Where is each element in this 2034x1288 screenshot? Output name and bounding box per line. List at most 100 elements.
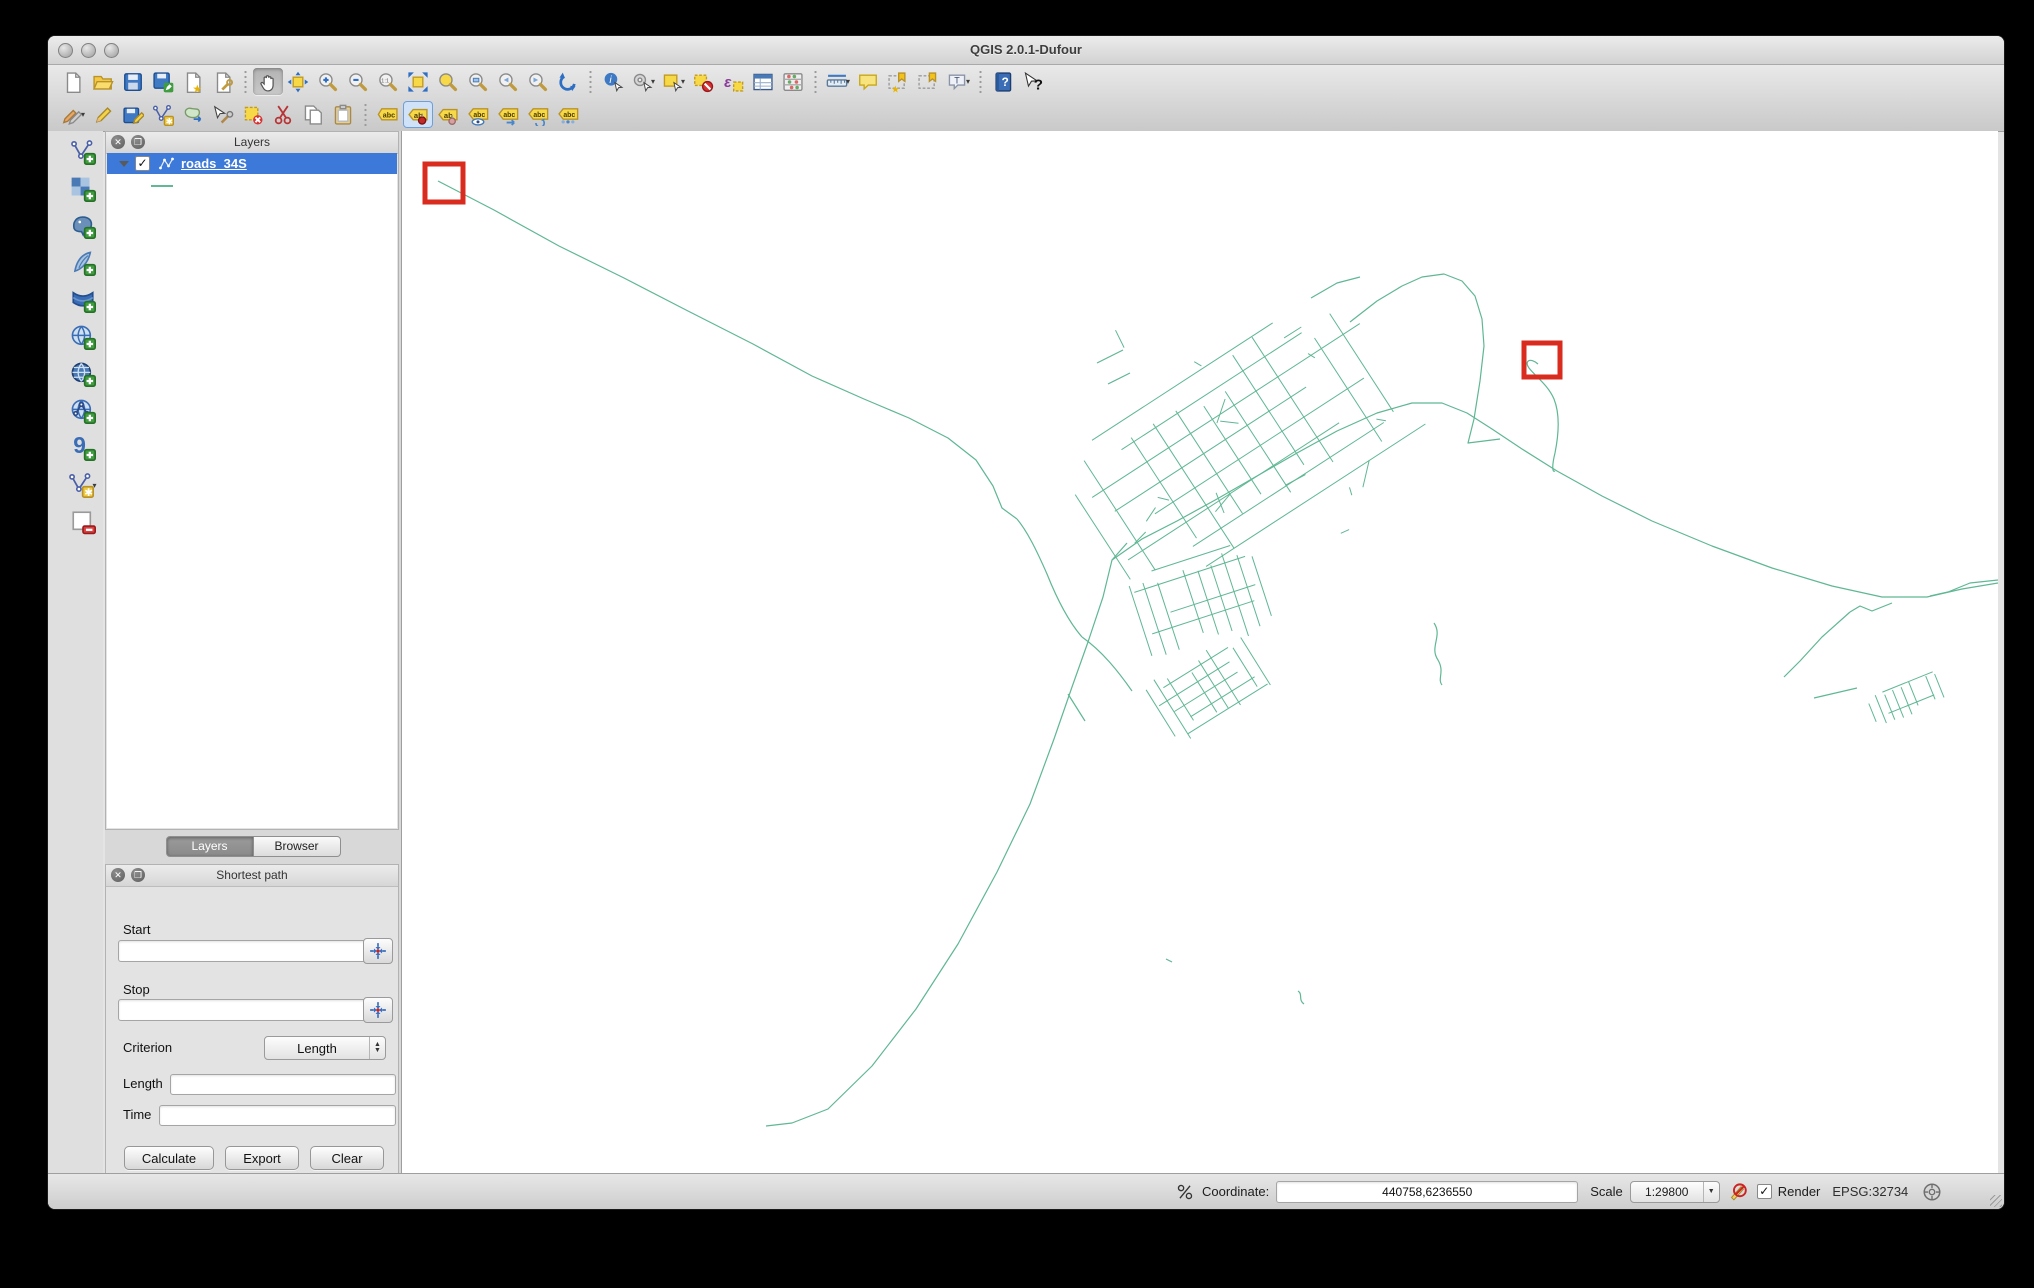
tab-browser[interactable]: Browser [253,836,341,857]
street-line [1157,496,1170,501]
resize-grip[interactable] [1990,1195,2002,1207]
export-button[interactable]: Export [225,1146,299,1170]
add-mssql-layer-button[interactable] [67,285,99,315]
coordinate-input[interactable] [1276,1180,1579,1203]
calculate-button[interactable]: Calculate [124,1146,214,1170]
capture-start-point-button[interactable] [363,938,393,964]
new-project-button[interactable] [58,68,88,95]
delete-selected-button[interactable] [238,101,268,128]
layer-visibility-checkbox[interactable]: ✓ [135,156,150,171]
zoom-last-icon [499,72,518,91]
add-spatialite-layer-button[interactable] [67,248,99,278]
toggle-editing-button[interactable] [88,101,118,128]
paste-features-button[interactable] [328,101,358,128]
street-line [1190,676,1255,718]
map-tips-button[interactable] [853,68,883,95]
pan-to-selection-button[interactable] [283,68,313,95]
whats-this-button[interactable]: ? [1018,68,1048,95]
stop-input[interactable] [118,999,366,1021]
field-calculator-button[interactable] [778,68,808,95]
deselect-features-button[interactable] [688,68,718,95]
title-bar[interactable]: QGIS 2.0.1-Dufour [48,36,2004,65]
select-by-expression-button[interactable]: ε [718,68,748,95]
zoom-full-button[interactable] [403,68,433,95]
save-project-button[interactable] [118,68,148,95]
move-feature-button[interactable] [178,101,208,128]
current-edits-dropdown-icon[interactable]: ▾ [81,110,85,119]
time-input[interactable] [159,1105,396,1126]
criterion-select[interactable]: Length ▲ ▼ [264,1036,386,1060]
new-bookmark-button[interactable]: ★ [883,68,913,95]
zoom-out-button[interactable] [343,68,373,95]
start-input[interactable] [118,940,366,962]
zoom-in-button[interactable] [313,68,343,95]
pan-map-button[interactable] [253,68,283,95]
run-feature-action-dropdown-icon[interactable]: ▾ [651,77,655,86]
text-annotation-button[interactable]: T ▾ [943,68,973,95]
refresh-map-button[interactable] [553,68,583,95]
scale-select[interactable]: 1:29800 ▼ [1629,1180,1720,1203]
zoom-out-icon [349,72,368,91]
street-line [1091,323,1361,498]
tab-layers[interactable]: Layers [165,836,254,857]
run-feature-action-icon [633,73,653,92]
new-composer-button[interactable]: ★ [178,68,208,95]
clear-button[interactable]: Clear [310,1146,384,1170]
svg-text:1:1: 1:1 [381,78,389,84]
help-contents-button[interactable]: ? [988,68,1018,95]
save-layer-edits-button[interactable] [118,101,148,128]
length-input[interactable] [170,1074,396,1095]
add-feature-button[interactable]: ✱ [148,101,178,128]
zoom-native-button[interactable]: 1:1 [373,68,403,95]
identify-features-button[interactable]: i [598,68,628,95]
show-hide-labels-button[interactable]: abc [463,101,493,128]
copy-features-button[interactable] [298,101,328,128]
add-wfs-layer-button[interactable] [67,396,99,426]
layer-row-roads-34s[interactable]: ✓ roads_34S [107,153,397,174]
measure-button[interactable]: ▾ [823,68,853,95]
select-features-dropdown-icon[interactable]: ▾ [681,77,685,86]
rotate-label-button[interactable]: abc [523,101,553,128]
scale-dropdown-icon[interactable]: ▼ [1702,1181,1719,1202]
remove-layer-button[interactable] [67,507,99,537]
zoom-next-button[interactable] [523,68,553,95]
add-raster-layer-button[interactable] [67,174,99,204]
zoom-last-button[interactable] [493,68,523,95]
map-canvas[interactable] [401,131,1999,1174]
add-delimited-text-layer-button[interactable]: 9, [67,433,99,463]
stepper-icon[interactable]: ▲ ▼ [369,1037,385,1059]
zoom-to-layer-button[interactable] [463,68,493,95]
zoom-to-selection-button[interactable] [433,68,463,95]
open-project-button[interactable] [88,68,118,95]
save-project-as-button[interactable] [148,68,178,95]
add-wms-layer-button[interactable] [67,322,99,352]
stop-rendering-icon[interactable] [1728,1182,1747,1201]
run-feature-action-button[interactable]: ▾ [628,68,658,95]
pin-labels-button[interactable]: ab [403,101,433,128]
change-label-button[interactable]: abc [553,101,583,128]
capture-stop-point-button[interactable] [363,997,393,1023]
add-wcs-layer-button[interactable] [67,359,99,389]
text-annotation-dropdown-icon[interactable]: ▾ [966,77,970,86]
layer-labeling-button[interactable]: abc [373,101,403,128]
node-tool-button[interactable] [208,101,238,128]
composer-manager-button[interactable] [208,68,238,95]
length-label: Length [123,1076,163,1091]
expand-triangle-icon[interactable] [119,160,129,167]
current-edits-button[interactable]: ▾ [58,101,88,128]
add-vector-layer-button[interactable] [67,137,99,167]
highlight-pinned-labels-button[interactable]: ab [433,101,463,128]
new-shapefile-layer-dropdown-icon[interactable]: ▾ [92,481,96,490]
cut-features-button[interactable] [268,101,298,128]
move-label-button[interactable]: abc [493,101,523,128]
show-bookmarks-button[interactable] [913,68,943,95]
crs-status-icon[interactable] [1922,1182,1942,1202]
mouse-position-icon[interactable] [1176,1183,1194,1201]
street-line [1307,353,1316,359]
render-checkbox[interactable]: ✓ [1756,1184,1772,1199]
select-features-button[interactable]: ▾ [658,68,688,95]
attribute-table-button[interactable] [748,68,778,95]
add-postgis-layer-button[interactable] [67,211,99,241]
new-shapefile-layer-button[interactable]: ✱ ▾ [67,470,99,500]
measure-dropdown-icon[interactable]: ▾ [846,77,850,86]
